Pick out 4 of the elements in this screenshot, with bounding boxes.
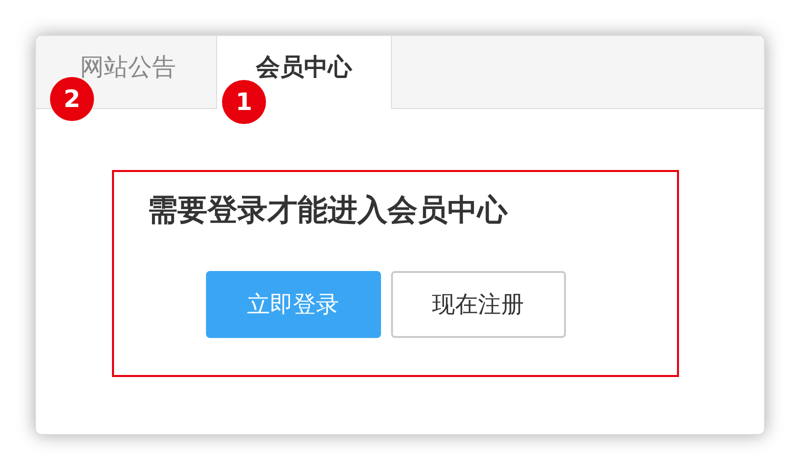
login-message: 需要登录才能进入会员中心 <box>148 192 509 230</box>
number-badge: 2 <box>50 77 94 121</box>
number-badge: 1 <box>222 80 266 124</box>
register-button[interactable]: 现在注册 <box>390 271 566 338</box>
